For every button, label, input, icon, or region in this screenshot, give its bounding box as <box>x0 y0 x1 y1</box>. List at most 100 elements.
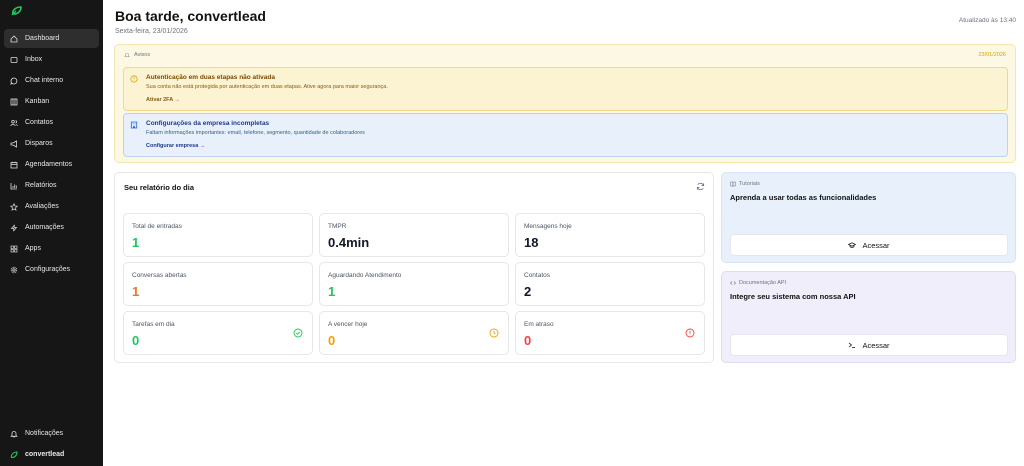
notices-date: 23/01/2026 <box>978 52 1006 58</box>
star-icon <box>10 202 18 211</box>
tag-label: Documentação API <box>739 280 787 286</box>
sidebar-item-inbox[interactable]: Inbox <box>4 50 99 69</box>
bell-icon <box>10 430 18 437</box>
inbox-icon <box>10 56 18 63</box>
alert-2fa: Autenticação em duas etapas não ativada … <box>123 67 1008 111</box>
sidebar-item-avaliacoes[interactable]: Avaliações <box>4 197 99 216</box>
daily-report-card: Seu relatório do dia Total de entradas 1… <box>114 172 714 363</box>
stat-em-atraso: Em atraso 0 <box>515 311 705 355</box>
sidebar-item-label: Dashboard <box>25 35 60 42</box>
stat-value: 0 <box>328 333 336 348</box>
sidebar-item-label: Chat interno <box>25 77 64 84</box>
sidebar-item-label: Relatórios <box>25 182 57 189</box>
notices-heading: Avisos <box>134 52 151 58</box>
notices-panel: Avisos 23/01/2026 Autenticação em duas e… <box>114 44 1016 163</box>
tutorials-card: Tutoriais Aprenda a usar todas as funcio… <box>721 172 1016 263</box>
account-menu[interactable]: convertlead <box>4 445 99 464</box>
stat-contatos: Contatos 2 <box>515 262 705 306</box>
alert-description: Sua conta não está protegida por autenti… <box>146 84 388 90</box>
stat-value: 1 <box>328 284 336 299</box>
stat-value: 18 <box>524 235 539 250</box>
book-icon <box>730 181 736 187</box>
shield-icon <box>130 75 138 83</box>
arrow-right-icon: → <box>174 97 181 103</box>
stat-value: 1 <box>132 284 140 299</box>
sidebar-item-disparos[interactable]: Disparos <box>4 134 99 153</box>
chat-icon <box>10 77 18 85</box>
notices-header: Avisos <box>124 52 150 58</box>
api-docs-card: Documentação API Integre seu sistema com… <box>721 271 1016 363</box>
gear-icon <box>10 266 18 273</box>
calendar-icon <box>10 161 18 168</box>
sidebar-item-kanban[interactable]: Kanban <box>4 92 99 111</box>
stat-label: Conversas abertas <box>132 272 187 279</box>
link-label: Configurar empresa <box>146 143 199 149</box>
convertlead-logo-icon[interactable] <box>11 6 23 16</box>
refresh-icon[interactable] <box>696 182 705 191</box>
stat-label: Total de entradas <box>132 223 182 230</box>
convertlead-brand-icon <box>10 450 18 458</box>
stat-label: Aguardando Atendimento <box>328 272 402 279</box>
sidebar-item-agendamentos[interactable]: Agendamentos <box>4 155 99 174</box>
home-icon <box>10 34 18 42</box>
api-docs-access-button[interactable]: Acessar <box>730 334 1008 356</box>
sidebar-item-label: Notificações <box>25 430 64 437</box>
stat-label: Contatos <box>524 272 551 279</box>
sidebar-item-apps[interactable]: Apps <box>4 239 99 258</box>
stat-tmpr: TMPR 0.4min <box>319 213 509 257</box>
sidebar-item-relatorios[interactable]: Relatórios <box>4 176 99 195</box>
sidebar-item-label: Contatos <box>25 119 54 126</box>
stat-label: TMPR <box>328 223 347 230</box>
alert-circle-icon <box>685 328 695 338</box>
link-label: Ativar 2FA <box>146 97 174 103</box>
api-docs-tag: Documentação API <box>730 280 786 286</box>
kanban-icon <box>10 98 18 105</box>
sidebar-item-contatos[interactable]: Contatos <box>4 113 99 132</box>
terminal-icon <box>849 342 856 348</box>
account-name: convertlead <box>25 451 65 458</box>
sidebar-item-label: Kanban <box>25 98 50 105</box>
stat-label: Tarefas em dia <box>132 321 175 328</box>
sidebar-item-label: Configurações <box>25 266 71 273</box>
sidebar: Dashboard Inbox Chat interno Kanban Cont… <box>0 0 103 466</box>
sidebar-item-label: Inbox <box>25 56 43 63</box>
button-label: Acessar <box>862 240 890 250</box>
alert-description: Faltam informações importantes: email, t… <box>146 130 365 136</box>
stat-conversas-abertas: Conversas abertas 1 <box>123 262 313 306</box>
sidebar-item-chat-interno[interactable]: Chat interno <box>4 71 99 90</box>
sidebar-nav: Dashboard Inbox Chat interno Kanban Cont… <box>4 29 99 281</box>
sidebar-bottom: Notificações convertlead <box>4 424 99 466</box>
megaphone-icon <box>10 139 17 148</box>
sidebar-item-notificacoes[interactable]: Notificações <box>4 424 99 443</box>
sidebar-item-automacoes[interactable]: Automações <box>4 218 99 237</box>
stat-aguardando-atendimento: Aguardando Atendimento 1 <box>319 262 509 306</box>
stat-label: Em atraso <box>524 321 554 328</box>
stat-a-vencer-hoje: A vencer hoje 0 <box>319 311 509 355</box>
bar-chart-icon <box>10 182 17 189</box>
configure-company-link[interactable]: Configurar empresa → <box>146 143 205 149</box>
activate-2fa-link[interactable]: Ativar 2FA → <box>146 97 180 103</box>
report-title: Seu relatório do dia <box>124 183 195 192</box>
button-label: Acessar <box>862 340 890 350</box>
sidebar-item-label: Agendamentos <box>25 161 73 168</box>
alert-company-config: Configurações da empresa incompletas Fal… <box>123 113 1008 157</box>
stat-mensagens-hoje: Mensagens hoje 18 <box>515 213 705 257</box>
sidebar-item-label: Disparos <box>25 140 53 147</box>
sidebar-item-dashboard[interactable]: Dashboard <box>4 29 99 48</box>
tutorials-access-button[interactable]: Acessar <box>730 234 1008 256</box>
stat-value: 2 <box>524 284 532 299</box>
bell-icon <box>124 52 130 58</box>
page-title: Boa tarde, convertlead <box>115 8 266 24</box>
sidebar-item-configuracoes[interactable]: Configurações <box>4 260 99 279</box>
graduation-cap-icon <box>848 242 857 248</box>
stat-label: Mensagens hoje <box>524 223 572 230</box>
users-icon <box>10 119 18 126</box>
tutorials-title: Aprenda a usar todas as funcionalidades <box>730 193 877 202</box>
clock-icon <box>489 328 499 338</box>
stat-tarefas-em-dia: Tarefas em dia 0 <box>123 311 313 355</box>
alert-title: Configurações da empresa incompletas <box>146 120 270 127</box>
code-icon <box>730 281 736 285</box>
stat-value: 0 <box>524 333 532 348</box>
sidebar-item-label: Apps <box>25 245 41 252</box>
building-icon <box>130 121 138 129</box>
